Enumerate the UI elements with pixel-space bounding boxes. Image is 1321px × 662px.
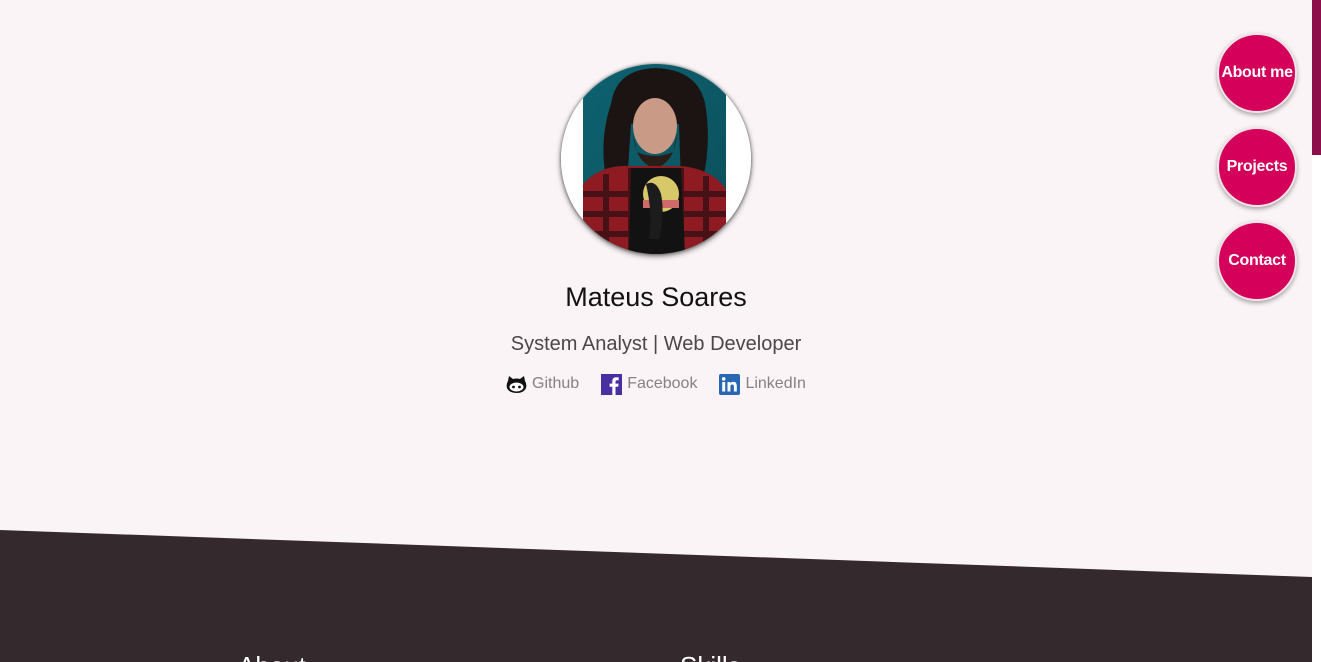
profile-photo (561, 64, 751, 254)
profile-role: System Analyst | Web Developer (510, 333, 802, 355)
about-heading: About (238, 651, 306, 662)
profile-name: Mateus Soares (565, 282, 747, 312)
page: Mateus Soares System Analyst | Web Devel… (0, 0, 1321, 662)
nav-projects-button[interactable]: Projects (1217, 127, 1297, 207)
main-content: Mateus Soares System Analyst | Web Devel… (0, 0, 1312, 662)
linkedin-link[interactable]: LinkedIn (719, 373, 806, 395)
nav-contact-button[interactable]: Contact (1217, 221, 1297, 301)
about-section (0, 520, 1312, 662)
github-link[interactable]: Github (506, 373, 579, 395)
facebook-label: Facebook (627, 375, 698, 392)
github-label: Github (532, 375, 580, 392)
social-links: Github Facebook LinkedIn (0, 373, 1312, 395)
linkedin-label: LinkedIn (745, 375, 806, 392)
facebook-icon (601, 373, 623, 395)
scrollbar-thumb[interactable] (1312, 0, 1321, 155)
facebook-link[interactable]: Facebook (601, 373, 697, 395)
nav-about-button[interactable]: About me (1217, 33, 1297, 113)
linkedin-icon (719, 373, 741, 395)
github-icon (506, 374, 527, 395)
skills-heading: Skills (680, 651, 741, 662)
